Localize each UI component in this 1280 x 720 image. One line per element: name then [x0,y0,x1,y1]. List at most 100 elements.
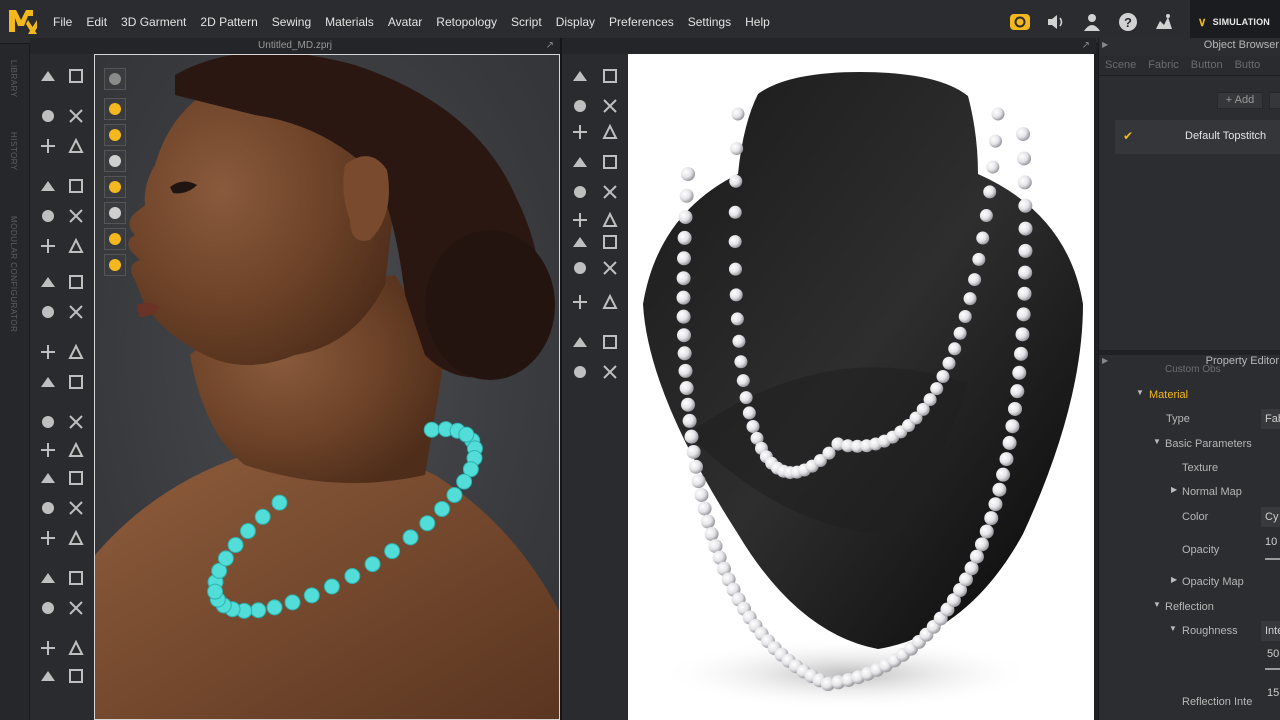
tool-icon[interactable] [62,174,90,198]
menu-sewing[interactable]: Sewing [265,15,318,29]
tool-icon[interactable] [62,636,90,660]
tool-icon[interactable] [62,64,90,88]
tab-modular-configurator[interactable]: MODULAR CONFIGURATOR [9,216,18,332]
menu-preferences[interactable]: Preferences [602,15,681,29]
expand-triangle-icon[interactable]: ▶ [1171,575,1177,584]
tab-buttonhole[interactable]: Butto [1229,56,1267,75]
tool-icon[interactable] [596,330,624,354]
menu-help[interactable]: Help [738,15,777,29]
tool-icon[interactable] [62,496,90,520]
display-toggle-icon[interactable] [104,150,126,172]
tool-icon[interactable] [62,566,90,590]
tool-icon[interactable] [62,410,90,434]
tool-icon[interactable] [62,234,90,258]
display-toggle-icon[interactable] [104,68,126,90]
tab-scene[interactable]: Scene [1099,56,1142,75]
tool-icon[interactable] [34,340,62,364]
tool-icon[interactable] [566,180,594,204]
tool-icon[interactable] [566,94,594,118]
tool-icon[interactable] [596,180,624,204]
tool-icon[interactable] [62,270,90,294]
object-browser-header[interactable]: ▶ Object Browser [1099,38,1280,54]
prop-opacity-map[interactable]: ▶ Opacity Map [1099,572,1280,592]
reflection-intensity-value[interactable]: 15 [1263,683,1280,703]
tool-icon[interactable] [62,664,90,688]
tool-icon[interactable] [34,174,62,198]
prop-reflection[interactable]: ▼ Reflection [1099,597,1280,617]
display-toggle-icon[interactable] [104,176,126,198]
tool-icon[interactable] [34,410,62,434]
tool-icon[interactable] [566,330,594,354]
tool-icon[interactable] [62,300,90,324]
tool-icon[interactable] [596,208,624,232]
display-toggle-icon[interactable] [104,202,126,224]
tool-icon[interactable] [62,370,90,394]
menu-3d-garment[interactable]: 3D Garment [114,15,193,29]
tool-icon[interactable] [34,466,62,490]
tool-icon[interactable] [34,664,62,688]
type-value[interactable]: Fab [1261,409,1280,429]
tool-icon[interactable] [566,120,594,144]
expand-triangle-icon[interactable]: ▼ [1169,624,1177,633]
list-item[interactable]: ✔ Default Topstitch [1115,120,1280,154]
tool-icon[interactable] [34,636,62,660]
tool-icon[interactable] [34,64,62,88]
tool-icon[interactable] [62,134,90,158]
prop-roughness[interactable]: ▼ Roughness Inte [1099,621,1280,641]
tab-library[interactable]: LIBRARY [9,60,18,98]
tool-icon[interactable] [596,230,624,254]
tool-icon[interactable] [34,204,62,228]
copy-button[interactable] [1269,92,1280,109]
tool-icon[interactable] [62,204,90,228]
tool-icon[interactable] [62,466,90,490]
tab-button[interactable]: Button [1185,56,1229,75]
collapse-arrow-icon[interactable]: ▶ [1102,356,1108,365]
menu-display[interactable]: Display [549,15,602,29]
menu-script[interactable]: Script [504,15,549,29]
menu-retopology[interactable]: Retopology [429,15,504,29]
app-logo[interactable] [6,4,40,38]
2d-viewport[interactable] [628,54,1094,720]
tool-icon[interactable] [596,360,624,384]
roughness-slider[interactable] [1265,668,1280,670]
expand-triangle-icon[interactable]: ▼ [1153,600,1161,609]
tool-icon[interactable] [62,596,90,620]
prop-basic-parameters[interactable]: ▼ Basic Parameters [1099,434,1280,454]
tool-icon[interactable] [566,360,594,384]
tool-icon[interactable] [566,230,594,254]
tool-icon[interactable] [596,150,624,174]
add-button[interactable]: + Add [1217,92,1263,109]
expand-triangle-icon[interactable]: ▶ [1171,485,1177,494]
tool-icon[interactable] [34,300,62,324]
tool-icon[interactable] [596,120,624,144]
menu-file[interactable]: File [46,15,79,29]
tool-icon[interactable] [566,256,594,280]
tool-icon[interactable] [34,270,62,294]
color-value[interactable]: Cy [1261,507,1280,527]
tool-icon[interactable] [34,370,62,394]
tool-icon[interactable] [34,134,62,158]
expand-triangle-icon[interactable]: ▼ [1136,388,1144,397]
roughness-number[interactable]: 50 [1263,644,1280,664]
maximize-icon[interactable]: ↗ [546,40,554,51]
display-toggle-icon[interactable] [104,228,126,250]
tool-icon[interactable] [34,566,62,590]
roughness-type-value[interactable]: Inte [1261,621,1280,641]
opacity-slider[interactable] [1265,558,1280,560]
menu-2d-pattern[interactable]: 2D Pattern [193,15,264,29]
opacity-value[interactable]: 10 [1261,532,1280,552]
menu-settings[interactable]: Settings [681,15,738,29]
tool-icon[interactable] [34,526,62,550]
tool-icon[interactable] [34,104,62,128]
display-toggle-icon[interactable] [104,124,126,146]
prop-normal-map[interactable]: ▶ Normal Map [1099,482,1280,502]
tool-icon[interactable] [596,290,624,314]
tool-icon[interactable] [34,496,62,520]
expand-triangle-icon[interactable]: ▼ [1153,437,1161,446]
tool-icon[interactable] [62,340,90,364]
menu-edit[interactable]: Edit [79,15,114,29]
tool-icon[interactable] [34,234,62,258]
tool-icon[interactable] [566,150,594,174]
tool-icon[interactable] [62,438,90,462]
tool-icon[interactable] [34,596,62,620]
